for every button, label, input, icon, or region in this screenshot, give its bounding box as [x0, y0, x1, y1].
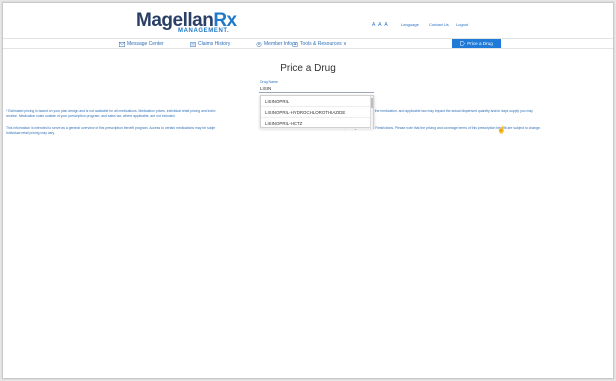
document-icon [190, 41, 196, 47]
suggestion-item[interactable]: LISINOPRIL [261, 96, 373, 107]
main-navigation: Message Center Claims History Member Inf… [3, 38, 613, 49]
nav-member-info[interactable]: Member Info ∨ [256, 41, 297, 47]
dropdown-scrollbar[interactable] [370, 96, 373, 129]
logo-subtitle: MANAGEMENT. [178, 28, 230, 34]
browser-page: MagellanRx MANAGEMENT. A A A Language Co… [2, 2, 614, 379]
logout-link[interactable]: Logout [456, 22, 468, 27]
contact-us-link[interactable]: Contact Us [429, 22, 449, 27]
nav-message-center[interactable]: Message Center [119, 41, 164, 47]
mouse-cursor-icon: ☝ [497, 127, 506, 134]
drug-name-label: Drug Name [260, 80, 278, 84]
suggestion-item[interactable]: LISINOPRIL-HCTZ [261, 118, 373, 129]
suggestion-item[interactable]: LISINOPRIL-HYDROCHLOROTHIAZIDE [261, 107, 373, 118]
magellan-rx-logo[interactable]: MagellanRx MANAGEMENT. [136, 11, 237, 37]
page-title: Price a Drug [280, 63, 336, 74]
price-a-drug-button[interactable]: Price a Drug [452, 39, 501, 48]
scrollbar-thumb[interactable] [371, 98, 373, 108]
drug-suggestions-dropdown: LISINOPRIL LISINOPRIL-HYDROCHLOROTHIAZID… [260, 95, 374, 129]
price-tag-icon [460, 41, 466, 46]
nav-claims-history[interactable]: Claims History [190, 41, 230, 47]
tools-icon [292, 41, 298, 47]
language-link[interactable]: Language [401, 22, 419, 27]
disclaimer-text: * Estimated pricing is based on your pla… [6, 109, 216, 113]
disclaimer-text: This information is intended to serve as… [6, 126, 216, 130]
envelope-icon [119, 41, 125, 47]
person-icon [256, 41, 262, 47]
drug-name-input[interactable] [259, 85, 374, 93]
disclaimer-text: Individual retail pricing may vary. [6, 130, 55, 135]
nav-tools-resources[interactable]: Tools & Resources ∨ [292, 41, 347, 47]
site-header: MagellanRx MANAGEMENT. A A A Language Co… [3, 3, 613, 37]
font-size-control[interactable]: A A A [372, 22, 389, 28]
